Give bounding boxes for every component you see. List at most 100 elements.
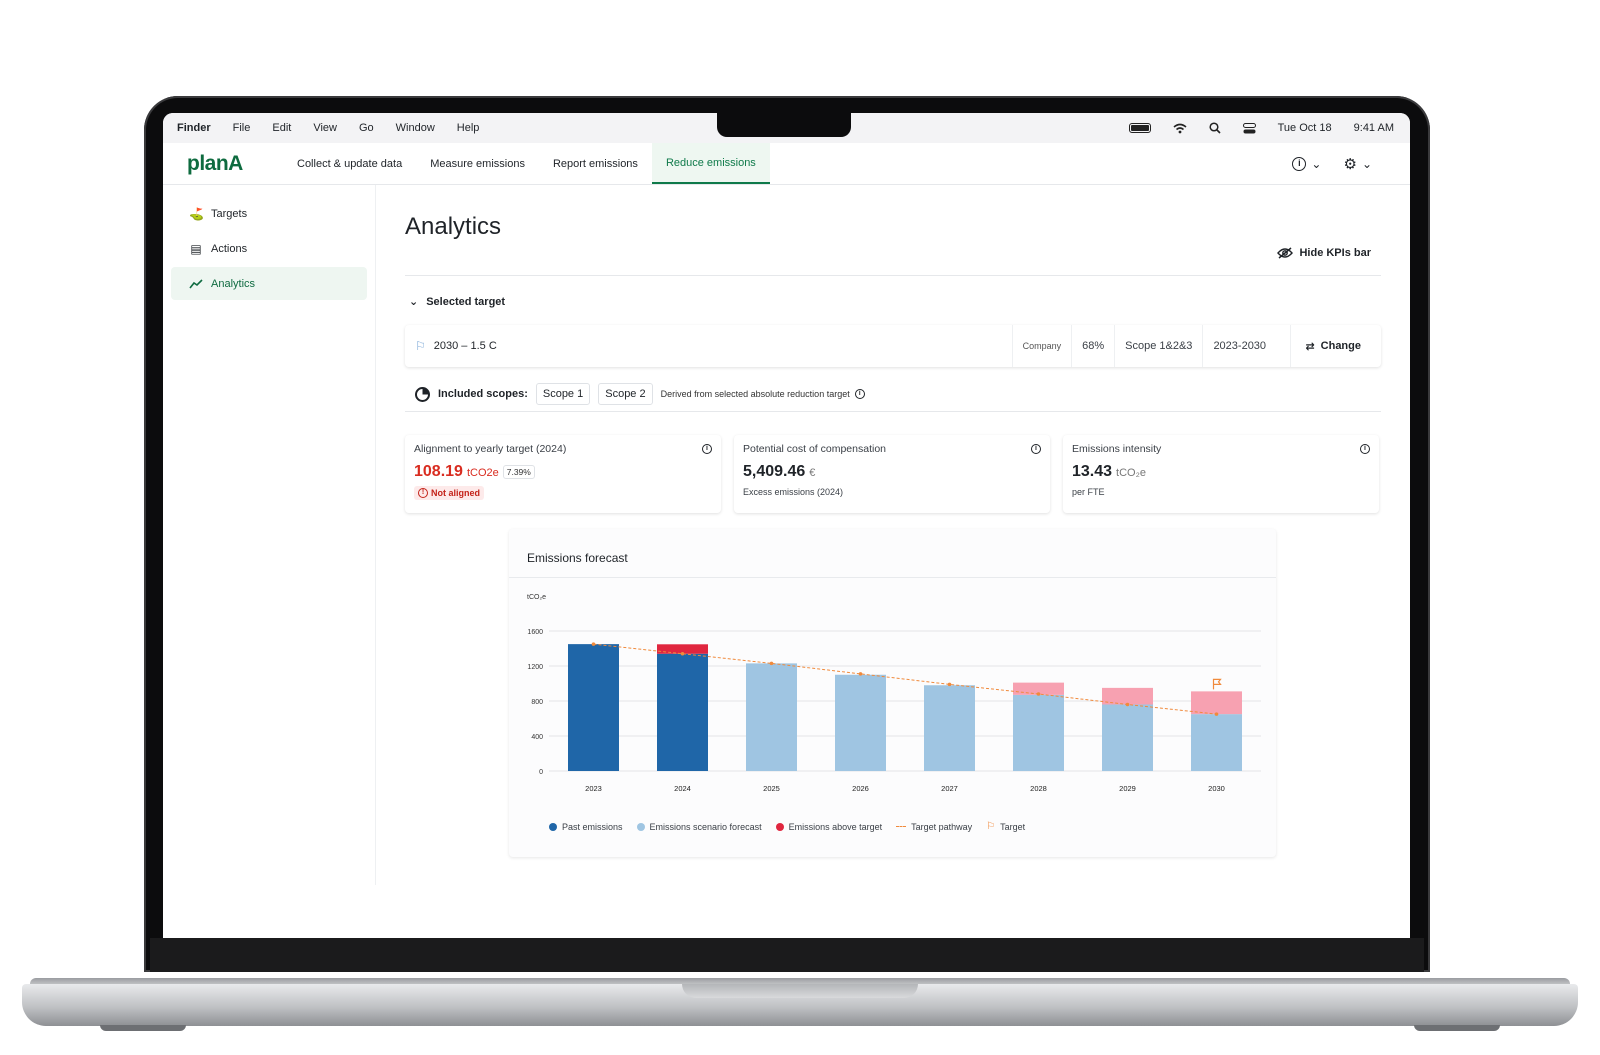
- target-level: Company: [1011, 325, 1072, 367]
- trend-line-icon: [189, 278, 203, 288]
- sidebar-item-targets[interactable]: ⛳ Targets: [171, 197, 367, 230]
- gear-icon: ⚙: [1343, 155, 1357, 173]
- laptop-thumb-notch: [682, 984, 918, 998]
- selected-target-card: ⚐ 2030 – 1.5 C Company 68% Scope 1&2&3 2…: [405, 325, 1381, 367]
- kpi-unit: €: [809, 467, 816, 479]
- app-header: planA Collect & update data Measure emis…: [163, 143, 1410, 185]
- legend-item-forecast[interactable]: Emissions scenario forecast: [636, 822, 762, 832]
- menubar-date[interactable]: Tue Oct 18: [1278, 122, 1332, 134]
- kpi-title: Emissions intensity: [1072, 443, 1162, 455]
- legend-swatch: [896, 826, 907, 827]
- info-icon[interactable]: i: [1031, 444, 1041, 454]
- target-reduction: 68%: [1071, 325, 1114, 367]
- menu-window[interactable]: Window: [396, 122, 435, 134]
- legend-label: Target pathway: [911, 821, 973, 832]
- included-scopes-label: Included scopes:: [438, 388, 528, 400]
- help-menu-button[interactable]: i ⌄: [1292, 156, 1321, 171]
- flag-icon: ⚐: [415, 339, 426, 353]
- tab-report-emissions[interactable]: Report emissions: [539, 143, 652, 184]
- laptop-foot-left: [100, 1025, 186, 1031]
- emissions-forecast-card: Emissions forecast tCO₂e 0 400 800 1200 1600 2…: [509, 529, 1276, 857]
- menu-file[interactable]: File: [233, 122, 251, 134]
- status-text: Not aligned: [431, 488, 480, 498]
- legend-item-pathway[interactable]: Target pathway: [896, 822, 972, 832]
- battery-icon[interactable]: [1128, 123, 1151, 133]
- legend-label: Target: [1000, 821, 1026, 832]
- menu-edit[interactable]: Edit: [272, 122, 291, 134]
- menu-finder[interactable]: Finder: [177, 122, 211, 134]
- target-pathway-point: [1125, 702, 1130, 707]
- tab-reduce-emissions[interactable]: Reduce emissions: [651, 143, 770, 184]
- info-icon[interactable]: i: [854, 389, 865, 399]
- wifi-icon[interactable]: [1173, 123, 1187, 134]
- kpi-unit: tCO2e: [466, 467, 499, 479]
- kpi-value: 5,409.46: [743, 463, 806, 480]
- target-flag-icon: ⚐: [986, 821, 996, 832]
- sidebar-item-label: Targets: [211, 207, 248, 220]
- alert-icon: !: [418, 488, 428, 498]
- target-pathway-point: [591, 642, 596, 646]
- emissions-forecast-chart: tCO₂e 0 400 800 1200 1600 2023 2024 2025 2026 2027…: [527, 594, 1261, 793]
- divider: [509, 577, 1276, 578]
- kpi-title: Alignment to yearly target (2024): [414, 443, 567, 455]
- target-pathway-point: [1036, 692, 1041, 696]
- derived-note: Derived from selected absolute reduction…: [661, 389, 865, 399]
- swap-arrows-icon: ⇄: [1305, 340, 1315, 353]
- bar-forecast-emissions: [1013, 694, 1064, 771]
- x-tick-label: 2024: [674, 784, 691, 793]
- target-period: 2023-2030: [1202, 325, 1290, 367]
- plana-logo[interactable]: planA: [163, 143, 283, 184]
- menu-view[interactable]: View: [313, 122, 337, 134]
- selected-target-label: Selected target: [426, 295, 506, 308]
- included-scopes-row: Included scopes: Scope 1 Scope 2 Derived…: [415, 383, 865, 405]
- menu-help[interactable]: Help: [457, 122, 480, 134]
- sidebar-item-analytics[interactable]: Analytics: [171, 267, 367, 300]
- y-tick-label: 0: [539, 769, 543, 776]
- kpi-percent-chip: 7.39%: [502, 465, 535, 479]
- scope-chip[interactable]: Scope 1: [535, 383, 591, 405]
- x-tick-label: 2023: [585, 784, 602, 793]
- change-target-button[interactable]: ⇄ Change: [1290, 325, 1381, 367]
- target-pathway-point: [1214, 712, 1219, 716]
- bar-past-emissions: [657, 653, 708, 771]
- pie-scope-icon: [415, 386, 430, 402]
- x-tick-label: 2026: [852, 784, 869, 793]
- bar-emissions-above-target: [1102, 687, 1153, 705]
- chart-title: Emissions forecast: [527, 551, 628, 565]
- selected-target-toggle[interactable]: ⌄ Selected target: [409, 295, 506, 309]
- kpi-unit: tCO₂e: [1116, 467, 1146, 479]
- target-pathway-point: [769, 661, 774, 666]
- menu-go[interactable]: Go: [359, 122, 374, 134]
- chevron-down-icon: ⌄: [409, 296, 419, 308]
- tab-collect-update-data[interactable]: Collect & update data: [283, 143, 416, 184]
- legend-item-above[interactable]: Emissions above target: [775, 822, 882, 832]
- page-title: Analytics: [405, 213, 502, 240]
- legend-swatch: [636, 822, 645, 831]
- control-center-icon[interactable]: [1242, 122, 1256, 134]
- chevron-down-icon: ⌄: [1361, 156, 1372, 171]
- laptop-foot-right: [1414, 1025, 1500, 1031]
- menubar-time[interactable]: 9:41 AM: [1354, 122, 1394, 134]
- sidebar-item-label: Analytics: [211, 277, 256, 290]
- target-name: 2030 – 1.5 C: [433, 340, 497, 352]
- sidebar: ⛳ Targets ▤ Actions Analytics: [163, 185, 376, 885]
- target-pathway-point: [858, 672, 863, 676]
- divider: [405, 411, 1381, 412]
- eye-off-icon: [1277, 247, 1294, 259]
- kpi-card-alignment: Alignment to yearly target (2024) i 108.…: [405, 435, 721, 513]
- target-flag-marker: [1212, 678, 1222, 690]
- kpi-subtext: Excess emissions (2024): [743, 487, 844, 497]
- legend-item-target[interactable]: ⚐ Target: [986, 821, 1025, 832]
- info-icon[interactable]: i: [1360, 444, 1370, 454]
- hide-kpis-button[interactable]: Hide KPIs bar: [1277, 247, 1371, 259]
- scope-chip[interactable]: Scope 2: [598, 383, 653, 405]
- sidebar-item-actions[interactable]: ▤ Actions: [171, 232, 367, 265]
- status-badge: ! Not aligned: [414, 486, 484, 500]
- camera-notch: [717, 113, 851, 137]
- legend-swatch: [549, 822, 557, 831]
- spotlight-search-icon[interactable]: [1209, 122, 1221, 134]
- info-icon[interactable]: i: [702, 444, 712, 454]
- tab-measure-emissions[interactable]: Measure emissions: [416, 143, 539, 184]
- settings-menu-button[interactable]: ⚙ ⌄: [1343, 155, 1372, 173]
- legend-item-past[interactable]: Past emissions: [549, 822, 623, 832]
